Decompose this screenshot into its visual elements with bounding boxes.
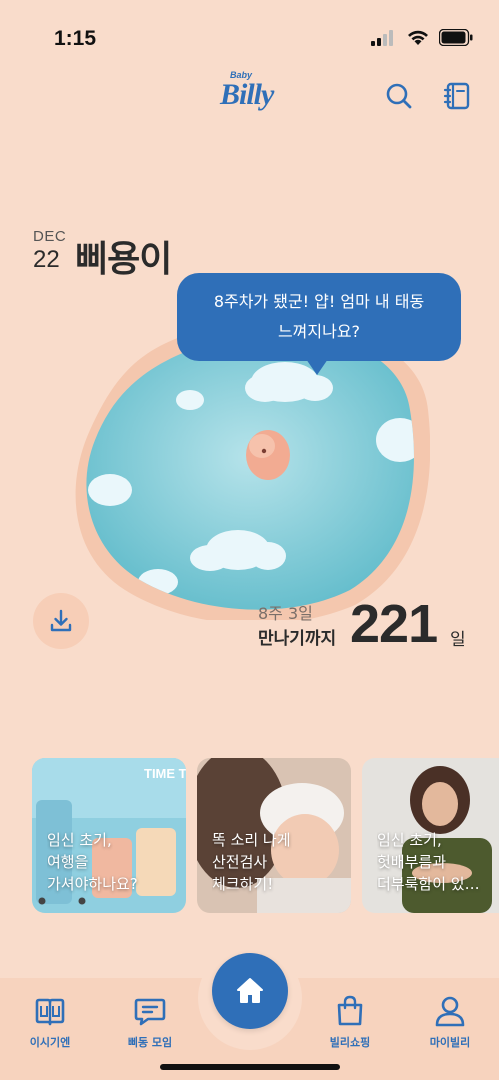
article-card-title: 똑 소리 나게 산전검사 체크하기! xyxy=(212,831,291,893)
logo-main-text: Billy xyxy=(220,78,274,111)
status-time: 1:15 xyxy=(54,27,97,50)
fetus-illustration[interactable] xyxy=(70,320,430,620)
search-icon xyxy=(386,83,412,109)
due-date: DEC 22 xyxy=(33,228,67,273)
download-icon xyxy=(50,609,72,632)
home-icon xyxy=(237,978,263,1003)
article-card-title: 임신 초기, 헛배부름과 더부룩함이 있… xyxy=(377,831,480,893)
status-icons xyxy=(371,29,473,46)
billy-logo: Baby Billy xyxy=(218,70,288,124)
app-header: Baby Billy xyxy=(0,68,499,124)
article-carousel[interactable]: TIME T 임신 초기, 여행을 가셔야하나요? 똑 소리 나게 산전검사 체… xyxy=(32,758,499,914)
speech-line-2: 느껴지나요? xyxy=(277,322,361,341)
pregnancy-weeks: 8주 3일 xyxy=(258,604,313,623)
battery-icon xyxy=(439,29,473,46)
dday-unit: 일 xyxy=(450,630,466,650)
wifi-icon xyxy=(408,30,428,45)
tab-label: 빌리쇼핑 xyxy=(329,1036,371,1049)
speech-line-1: 8주차가 됐군! 얍! 엄마 내 태동 xyxy=(213,292,425,311)
speech-bubble-tail xyxy=(306,359,328,375)
baby-name: 삐용이 xyxy=(75,239,172,280)
chat-icon xyxy=(134,998,166,1026)
card-image-text: TIME T xyxy=(144,766,186,781)
signal-icon xyxy=(371,29,393,46)
article-card[interactable]: 똑 소리 나게 산전검사 체크하기! xyxy=(197,758,351,913)
search-button[interactable] xyxy=(384,81,414,111)
dday-label: 만나기까지 xyxy=(258,629,337,649)
speech-bubble: 8주차가 됐군! 얍! 엄마 내 태동 느껴지나요? xyxy=(177,273,461,361)
person-icon xyxy=(435,996,465,1027)
home-button[interactable] xyxy=(212,953,288,1029)
tab-label: 이시기엔 xyxy=(29,1036,71,1049)
download-button[interactable] xyxy=(33,593,89,649)
due-date-day: 22 xyxy=(33,246,60,273)
fetus-icon xyxy=(246,430,290,480)
due-date-month: DEC xyxy=(33,228,67,245)
shopping-bag-icon xyxy=(337,995,363,1026)
tab-shopping[interactable]: 빌리쇼핑 xyxy=(310,994,390,1050)
tab-community[interactable]: 삐동 모임 xyxy=(110,994,190,1050)
tab-label: 마이빌리 xyxy=(429,1036,471,1049)
tab-label: 삐동 모임 xyxy=(127,1036,173,1049)
dday-count: 221 xyxy=(350,594,438,654)
status-bar: 1:15 xyxy=(0,0,499,70)
book-icon xyxy=(35,998,65,1026)
article-card-title: 임신 초기, 여행을 가셔야하나요? xyxy=(47,831,138,893)
diary-button[interactable] xyxy=(443,81,473,111)
article-card[interactable]: TIME T 임신 초기, 여행을 가셔야하나요? xyxy=(32,758,186,913)
tab-my-billy[interactable]: 마이빌리 xyxy=(410,994,490,1050)
home-indicator xyxy=(160,1064,340,1070)
tab-this-period[interactable]: 이시기엔 xyxy=(10,994,90,1050)
article-card[interactable]: 임신 초기, 헛배부름과 더부룩함이 있… xyxy=(362,758,499,913)
diary-icon xyxy=(443,82,470,110)
